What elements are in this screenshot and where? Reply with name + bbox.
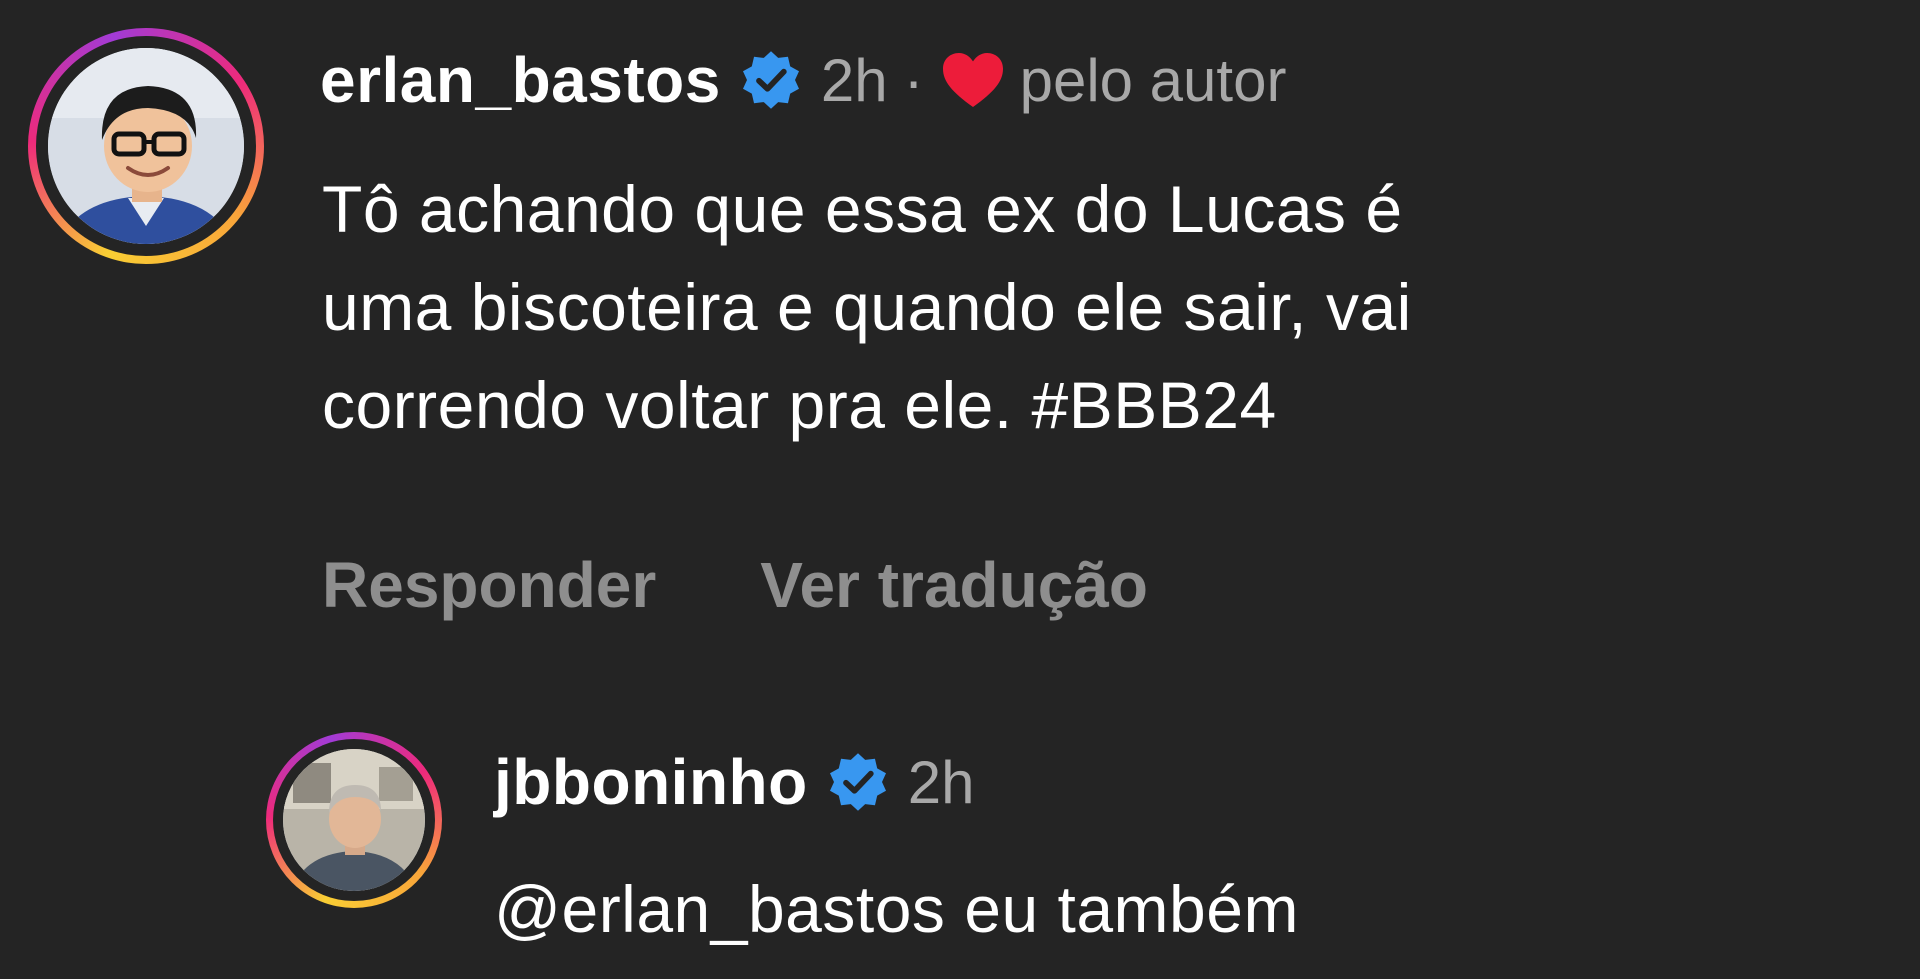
avatar-ring-gap — [273, 739, 435, 901]
comment-thread: erlan_bastos 2h · pelo autor Tô achando … — [0, 0, 1920, 979]
username[interactable]: jbboninho — [494, 745, 808, 819]
comment-line: @erlan_bastos eu também — [494, 872, 1299, 946]
comment-line: correndo voltar pra ele. #BBB24 — [322, 368, 1277, 442]
comment-body: Tô achando que essa ex do Lucas é uma bi… — [322, 160, 1902, 454]
verified-badge-icon — [742, 51, 799, 109]
avatar-jbboninho[interactable] — [266, 732, 442, 908]
avatar-photo — [48, 48, 244, 244]
person-photo-icon — [48, 48, 244, 244]
avatar-ring-gap — [36, 36, 256, 256]
comment-time: 2h — [820, 46, 888, 114]
avatar-erlan-bastos[interactable] — [28, 28, 264, 264]
separator-dot: · — [903, 46, 924, 114]
reply-body: @erlan_bastos eu também — [494, 860, 1874, 958]
username[interactable]: erlan_bastos — [320, 43, 721, 117]
avatar-photo — [283, 749, 425, 891]
reply-button[interactable]: Responder — [322, 548, 656, 622]
comment-header: erlan_bastos 2h · pelo autor — [320, 40, 1286, 120]
comment-line: Tô achando que essa ex do Lucas é — [322, 172, 1403, 246]
comment-actions: Responder Ver tradução — [322, 548, 1148, 622]
person-photo-icon — [283, 749, 425, 891]
reply-header: jbboninho 2h — [494, 742, 974, 822]
see-translation-button[interactable]: Ver tradução — [760, 548, 1148, 622]
comment-time: 2h — [907, 748, 975, 816]
comment-line: uma biscoteira e quando ele sair, vai — [322, 270, 1412, 344]
liked-by-author-label: pelo autor — [1019, 46, 1287, 114]
verified-badge-icon — [829, 753, 886, 811]
heart-icon — [942, 53, 1003, 107]
